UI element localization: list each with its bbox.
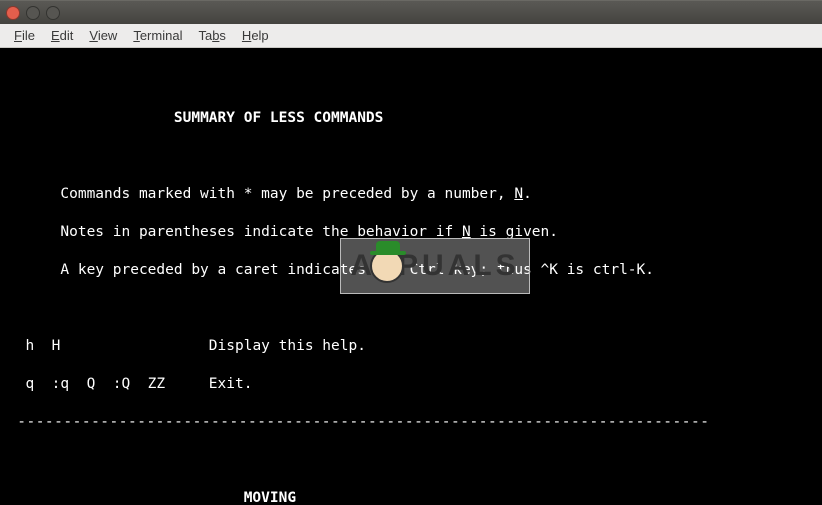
intro-line-1: Commands marked with * may be preceded b… xyxy=(8,185,814,204)
window-maximize-button[interactable] xyxy=(46,6,60,20)
blank-line xyxy=(8,147,814,166)
blank-line xyxy=(8,71,814,90)
summary-title: SUMMARY OF LESS COMMANDS xyxy=(8,109,814,128)
window-close-button[interactable] xyxy=(6,6,20,20)
intro-line-2: Notes in parentheses indicate the behavi… xyxy=(8,223,814,242)
help-row: q :q Q :Q ZZ Exit. xyxy=(8,375,814,394)
menu-help-label: Help xyxy=(242,28,269,43)
menu-tabs[interactable]: Tabs xyxy=(190,28,233,43)
menu-edit[interactable]: Edit xyxy=(43,28,81,43)
menu-file[interactable]: File xyxy=(6,28,43,43)
help-row: h H Display this help. xyxy=(8,337,814,356)
blank-line xyxy=(8,451,814,470)
window-minimize-button[interactable] xyxy=(26,6,40,20)
menu-terminal-label: Terminal xyxy=(133,28,182,43)
terminal-viewport[interactable]: SUMMARY OF LESS COMMANDS Commands marked… xyxy=(0,48,822,505)
moving-title: MOVING xyxy=(8,489,814,505)
menu-help[interactable]: Help xyxy=(234,28,277,43)
separator-line: ----------------------------------------… xyxy=(8,413,814,432)
menu-view-label: View xyxy=(89,28,117,43)
menu-terminal[interactable]: Terminal xyxy=(125,28,190,43)
menu-file-label: File xyxy=(14,28,35,43)
menubar: File Edit View Terminal Tabs Help xyxy=(0,24,822,48)
intro-line-3: A key preceded by a caret indicates the … xyxy=(8,261,814,280)
window-titlebar xyxy=(0,0,822,24)
menu-tabs-label: Tabs xyxy=(198,28,225,43)
menu-view[interactable]: View xyxy=(81,28,125,43)
blank-line xyxy=(8,299,814,318)
menu-edit-label: Edit xyxy=(51,28,73,43)
